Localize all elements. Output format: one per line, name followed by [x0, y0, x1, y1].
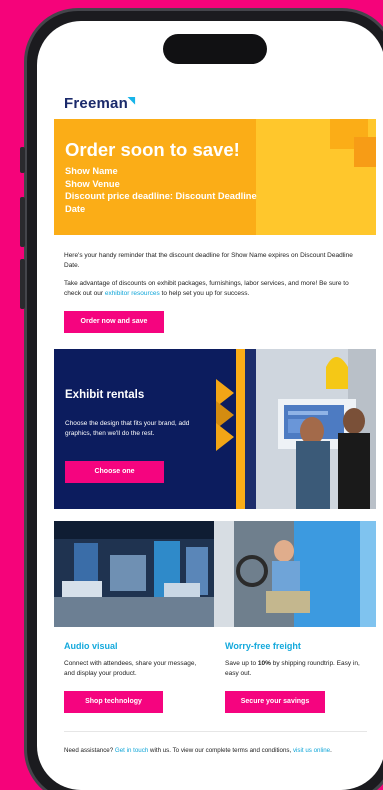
secure-savings-button[interactable]: Secure your savings	[225, 691, 325, 713]
volume-up-button	[20, 197, 25, 247]
order-now-button[interactable]: Order now and save	[64, 311, 164, 333]
get-in-touch-link[interactable]: Get in touch	[115, 747, 148, 754]
service-photos	[54, 521, 376, 627]
footer-text-part: with us. To view our complete terms and …	[148, 747, 293, 754]
shop-technology-button[interactable]: Shop technology	[64, 691, 163, 713]
exhibitor-resources-link[interactable]: exhibitor resources	[105, 290, 160, 297]
footer-text-part: Need assistance?	[64, 747, 115, 754]
audio-visual-text: Connect with attendees, share your messa…	[64, 660, 197, 677]
hero-banner: Order soon to save! Show Name Show Venue…	[54, 119, 376, 235]
footer-divider	[64, 731, 367, 732]
mute-switch	[20, 147, 25, 173]
freight-text-part: Save up to	[225, 660, 258, 667]
rentals-title: Exhibit rentals	[65, 389, 145, 401]
logo-mark-icon: ◥	[127, 95, 136, 105]
phone-screen: Freeman◥ Order soon to save! Show Name S…	[37, 21, 383, 790]
dynamic-island	[163, 34, 267, 64]
discount-deadline: Discount price deadline: Discount Deadli…	[65, 191, 257, 214]
footer-text: Need assistance? Get in touch with us. T…	[64, 746, 364, 756]
audio-visual-photo	[54, 521, 214, 627]
hero-details: Show Name Show Venue Discount price dead…	[65, 165, 265, 215]
exhibit-rentals-section: Exhibit rentals Choose the design that f…	[54, 349, 376, 509]
discount-paragraph: Take advantage of discounts on exhibit p…	[64, 279, 364, 299]
logo-text: Freeman	[64, 95, 128, 112]
visit-us-online-link[interactable]: visit us online	[293, 747, 330, 754]
choose-one-button[interactable]: Choose one	[65, 461, 164, 483]
truck-driver-illustration	[214, 521, 376, 627]
hero-decor-square	[354, 137, 376, 167]
freight-title: Worry-free freight	[225, 641, 301, 651]
hero-title: Order soon to save!	[65, 139, 240, 160]
phone-frame: Freeman◥ Order soon to save! Show Name S…	[20, 8, 383, 790]
trade-show-hall-illustration	[54, 521, 214, 627]
show-name: Show Name	[65, 166, 118, 176]
exhibit-booth-illustration	[256, 349, 376, 509]
freight-text: Save up to 10% by shipping roundtrip. Ea…	[225, 659, 363, 679]
freight-photo	[214, 521, 376, 627]
chevron-decor-icon	[210, 349, 256, 509]
footer-text-part: .	[330, 747, 332, 754]
freight-discount: 10%	[257, 660, 271, 667]
rentals-text: Choose the design that fits your brand, …	[65, 420, 190, 437]
show-venue: Show Venue	[65, 178, 120, 189]
freeman-logo[interactable]: Freeman◥	[64, 95, 135, 112]
audio-visual-title: Audio visual	[64, 641, 118, 651]
paragraph-text: to help set you up for success.	[159, 290, 250, 297]
volume-down-button	[20, 259, 25, 309]
exhibit-photo	[256, 349, 376, 509]
intro-paragraph: Here's your handy reminder that the disc…	[64, 252, 353, 269]
